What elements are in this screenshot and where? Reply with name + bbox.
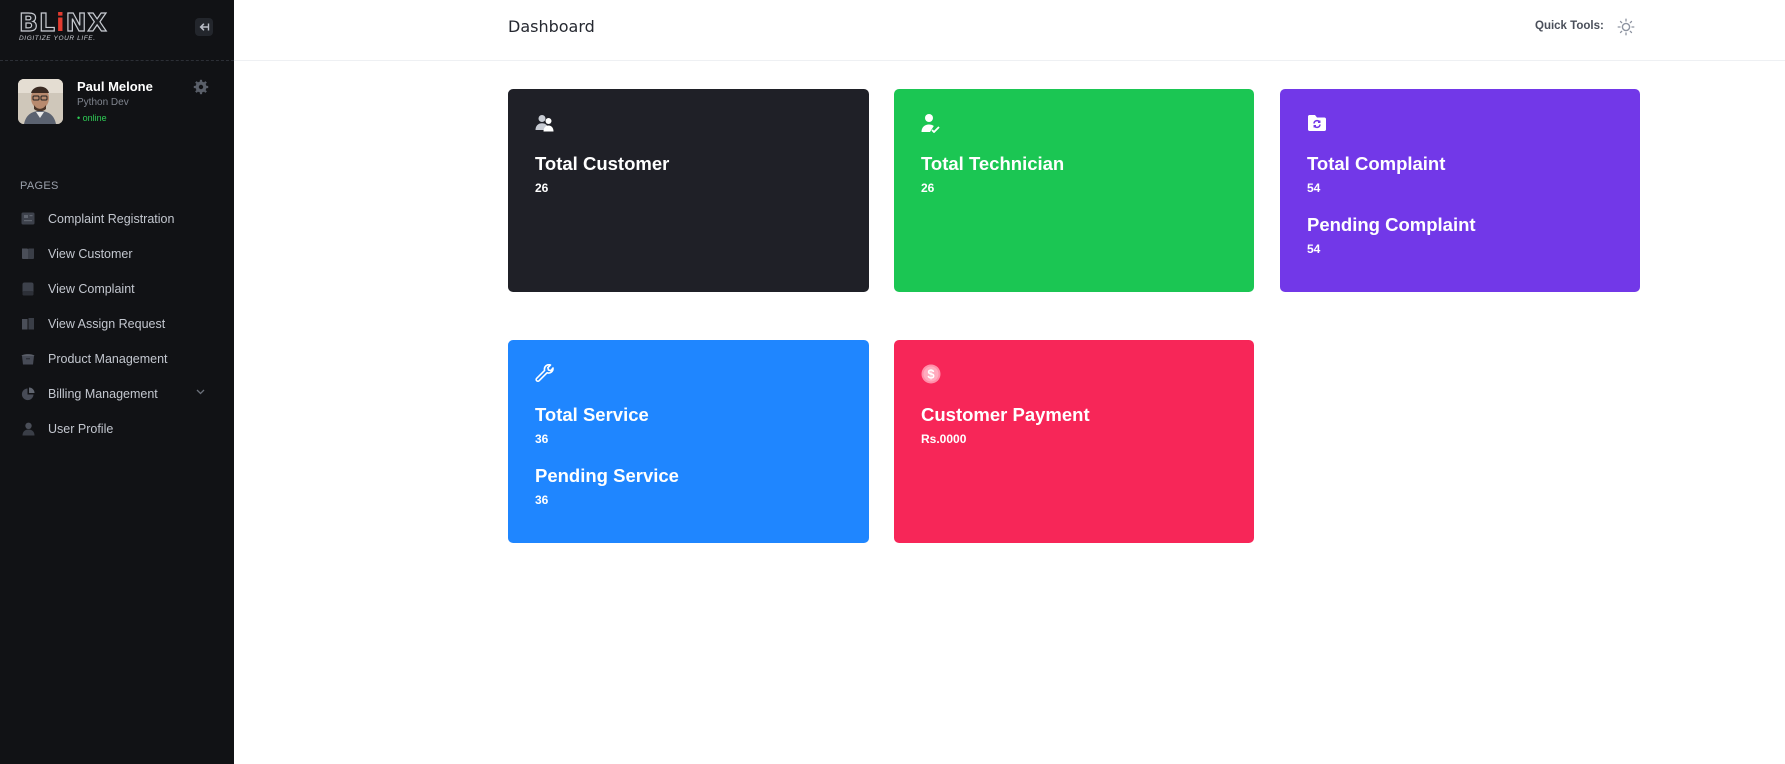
document-icon: [21, 282, 35, 296]
card-label: Total Technician: [921, 153, 1065, 174]
sidebar-header: BLiNX DIGITIZE YOUR LIFE.: [0, 0, 234, 61]
users-icon: [535, 113, 555, 133]
user-panel: Paul Melone Python Dev • online: [18, 79, 218, 125]
card-value: Rs.0000: [921, 432, 967, 446]
gear-icon: [193, 79, 209, 95]
card-value-secondary: 36: [535, 493, 549, 507]
user-check-icon: [921, 113, 941, 134]
card-label: Total Service: [535, 404, 649, 425]
sidebar-item-billing-management[interactable]: Billing Management: [0, 376, 234, 411]
sidebar-section-title: PAGES: [20, 180, 59, 192]
sidebar-item-view-customer[interactable]: View Customer: [0, 236, 234, 271]
sidebar-item-view-complaint[interactable]: View Complaint: [0, 271, 234, 306]
theme-toggle-button[interactable]: [1616, 17, 1636, 37]
top-header: Dashboard Quick Tools:: [234, 0, 1785, 61]
card-value: 26: [535, 181, 549, 195]
card-label-secondary: Pending Service: [535, 465, 679, 486]
card-label: Total Complaint: [1307, 153, 1446, 174]
card-value: 26: [921, 181, 935, 195]
sidebar-item-label: View Complaint: [48, 281, 135, 296]
chevron-down-icon: [196, 389, 205, 395]
dollar-icon: $: [921, 364, 941, 384]
sidebar-item-label: Complaint Registration: [48, 211, 175, 226]
svg-text:$: $: [927, 367, 935, 382]
complaint-form-icon: [21, 212, 35, 226]
card-total-service[interactable]: Total Service 36 Pending Service 36: [508, 340, 869, 543]
pie-chart-icon: [21, 387, 35, 401]
card-total-complaint[interactable]: Total Complaint 54 Pending Complaint 54: [1280, 89, 1640, 292]
sidebar-item-user-profile[interactable]: User Profile: [0, 411, 234, 446]
sidebar-item-label: User Profile: [48, 421, 114, 436]
sidebar-item-label: Billing Management: [48, 386, 158, 401]
card-value-secondary: 54: [1307, 242, 1321, 256]
user-settings-button[interactable]: [193, 79, 209, 95]
sidebar-item-label: View Assign Request: [48, 316, 166, 331]
page-title: Dashboard: [508, 17, 595, 36]
user-status: • online: [77, 113, 107, 123]
sidebar-item-label: Product Management: [48, 351, 168, 366]
sidebar-item-view-assign-request[interactable]: View Assign Request: [0, 306, 234, 341]
box-icon: [21, 352, 35, 366]
sun-icon: [1617, 18, 1635, 36]
card-value: 54: [1307, 181, 1321, 195]
sidebar-item-complaint-registration[interactable]: Complaint Registration: [0, 201, 234, 236]
user-name: Paul Melone: [77, 79, 153, 94]
logo-tagline: DIGITIZE YOUR LIFE.: [19, 35, 96, 42]
card-value: 36: [535, 432, 549, 446]
book-open-icon: [21, 317, 35, 331]
card-label-secondary: Pending Complaint: [1307, 214, 1476, 235]
avatar[interactable]: [18, 79, 63, 124]
wrench-icon: [535, 363, 555, 384]
sidebar-nav: Complaint Registration View Customer Vie…: [0, 201, 234, 446]
user-role: Python Dev: [77, 97, 129, 108]
sidebar-item-label: View Customer: [48, 246, 133, 261]
sidebar-collapse-button[interactable]: [195, 18, 213, 36]
card-customer-payment[interactable]: $ Customer Payment Rs.0000: [894, 340, 1254, 543]
folder-sync-icon: [1307, 113, 1327, 133]
card-label: Total Customer: [535, 153, 670, 174]
user-icon: [21, 422, 35, 436]
book-icon: [21, 247, 35, 261]
arrow-left-icon: [199, 23, 210, 31]
sidebar-item-product-management[interactable]: Product Management: [0, 341, 234, 376]
card-total-technician[interactable]: Total Technician 26: [894, 89, 1254, 292]
app-logo[interactable]: BLiNX DIGITIZE YOUR LIFE.: [18, 9, 108, 42]
quick-tools-label: Quick Tools:: [1535, 20, 1604, 32]
sidebar: BLiNX DIGITIZE YOUR LIFE. Paul Melone Py…: [0, 0, 234, 764]
card-total-customer[interactable]: Total Customer 26: [508, 89, 869, 292]
card-label: Customer Payment: [921, 404, 1090, 425]
